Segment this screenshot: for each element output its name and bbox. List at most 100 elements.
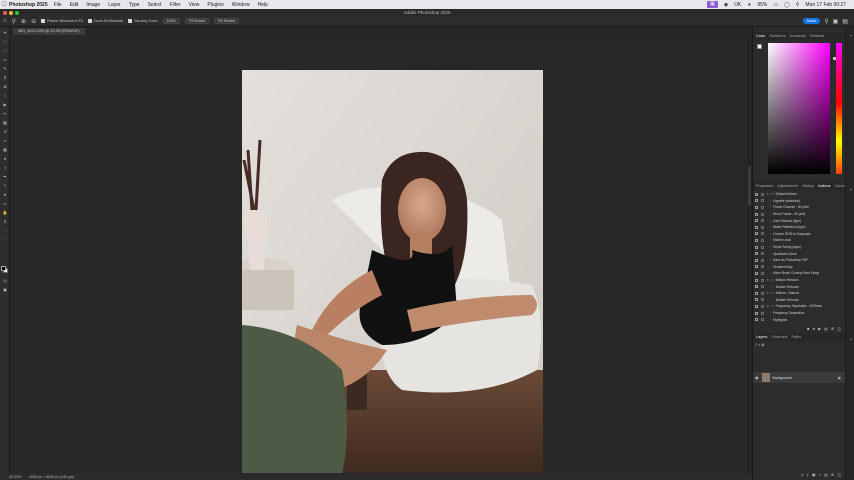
clock[interactable]: Mon 17 Feb 00:27	[805, 2, 846, 8]
menu-plugins[interactable]: Plugins	[207, 2, 223, 8]
folder-expand-icon[interactable]: ▾	[767, 278, 769, 282]
action-row[interactable]: › Sepia Toning (layer)	[753, 244, 845, 251]
action-row[interactable]: ▾ ▭ Default Actions	[753, 191, 845, 198]
type-tool-icon[interactable]: T	[2, 184, 8, 188]
tab-gradients[interactable]: Gradients	[790, 34, 806, 38]
action-row[interactable]: › Gradient Map	[753, 264, 845, 271]
visibility-eye-icon[interactable]: ◉	[755, 375, 759, 380]
chevron-right-icon[interactable]: ›	[770, 225, 771, 229]
document-photo[interactable]	[242, 70, 543, 474]
action-row[interactable]: › Save As Photoshop PDF	[753, 257, 845, 264]
gradient-tool-icon[interactable]: ▩	[2, 148, 8, 152]
action-dialog-toggle[interactable]	[761, 238, 764, 242]
history-brush-tool-icon[interactable]: ↺	[2, 130, 8, 134]
menu-edit[interactable]: Edit	[70, 2, 79, 8]
folder-expand-icon[interactable]: ▾	[767, 291, 769, 295]
panel-menu-icon[interactable]: ≡	[848, 187, 854, 192]
action-toggle-checkbox[interactable]	[755, 252, 758, 256]
action-dialog-toggle[interactable]	[761, 311, 764, 315]
zoom-in-icon[interactable]: ⊕	[21, 18, 26, 25]
action-toggle-checkbox[interactable]	[755, 278, 758, 282]
tab-actions[interactable]: Actions	[818, 184, 830, 188]
hand-tool-icon[interactable]: ✋	[2, 211, 8, 215]
action-dialog-toggle[interactable]	[761, 245, 764, 249]
search-icon[interactable]: ⚲	[824, 18, 828, 25]
quick-select-tool-icon[interactable]: ✎	[2, 67, 8, 71]
chevron-right-icon[interactable]: ›	[770, 258, 771, 262]
new-group-icon[interactable]: ▤	[824, 472, 828, 479]
zoom-tool-sidebar-icon[interactable]: ⚲	[2, 220, 8, 224]
action-row[interactable]: ▾ ▭ Bottom - Natural	[753, 290, 845, 297]
action-row[interactable]: ▾ ▭ Bottom Retouch	[753, 277, 845, 284]
control-center-icon[interactable]: ▦	[707, 1, 718, 8]
zoom-level[interactable]: 33.33%	[9, 475, 21, 479]
action-toggle-checkbox[interactable]	[755, 265, 758, 269]
battery-icon[interactable]: ▭	[773, 2, 778, 8]
path-selection-tool-icon[interactable]: ➤	[2, 193, 8, 197]
crop-tool-icon[interactable]: ⌗	[2, 76, 8, 80]
action-toggle-checkbox[interactable]	[755, 245, 758, 249]
action-toggle-checkbox[interactable]	[755, 291, 758, 295]
fit-screen-button[interactable]: Fit Screen	[184, 18, 210, 24]
fill-screen-button[interactable]: Fill Screen	[214, 18, 240, 24]
action-row[interactable]: › Highlights	[753, 316, 845, 323]
link-layers-icon[interactable]: ∞	[801, 472, 804, 479]
action-row[interactable]: › Wood Frame - 50 pixel	[753, 211, 845, 218]
zoom-tool-icon[interactable]: ⚲	[12, 18, 16, 25]
tab-adjustments[interactable]: Adjustments	[777, 184, 798, 188]
lock-icon[interactable]: ▣	[761, 343, 764, 347]
action-toggle-checkbox[interactable]	[755, 271, 758, 275]
chevron-right-icon[interactable]: ›	[770, 199, 771, 203]
chevron-right-icon[interactable]: ›	[770, 219, 771, 223]
menu-image[interactable]: Image	[86, 2, 100, 8]
action-toggle-checkbox[interactable]	[755, 232, 758, 236]
menu-file[interactable]: File	[54, 2, 62, 8]
chevron-right-icon[interactable]: ›	[770, 318, 771, 322]
add-mask-icon[interactable]: ▣	[812, 472, 816, 479]
tab-channels[interactable]: Channels	[771, 335, 787, 339]
chevron-right-icon[interactable]: ›	[773, 298, 774, 302]
chevron-right-icon[interactable]: ›	[770, 238, 771, 242]
app-menu[interactable]: Photoshop 2025	[9, 2, 48, 8]
blur-tool-icon[interactable]: ●	[2, 157, 8, 161]
rectangle-tool-icon[interactable]: ▭	[2, 202, 8, 206]
arrange-icon[interactable]: ▤	[842, 18, 848, 25]
menu-view[interactable]: View	[189, 2, 200, 8]
action-toggle-checkbox[interactable]	[755, 205, 758, 209]
new-layer-icon[interactable]: ⊞	[831, 472, 834, 479]
document-dimensions[interactable]: 4000 px × 6000 px (240 ppi)	[29, 475, 74, 479]
action-toggle-checkbox[interactable]	[755, 318, 758, 322]
tab-patterns[interactable]: Patterns	[810, 34, 824, 38]
more-tools-icon[interactable]: ⋯	[2, 229, 8, 233]
clone-stamp-tool-icon[interactable]: ▩	[2, 121, 8, 125]
action-dialog-toggle[interactable]	[761, 278, 764, 282]
eyedropper-tool-icon[interactable]: ∖	[2, 94, 8, 98]
document-tab[interactable]: IMG_5424.CR3 @ 33.3% (RGB/16*)	[13, 28, 85, 35]
edit-toolbar-icon[interactable]: ⋮	[2, 238, 8, 242]
action-dialog-toggle[interactable]	[761, 252, 764, 256]
action-toggle-checkbox[interactable]	[755, 304, 758, 308]
action-dialog-toggle[interactable]	[761, 285, 764, 289]
spotlight-icon[interactable]: ⚲	[796, 2, 800, 8]
frame-tool-icon[interactable]: ⊠	[2, 85, 8, 89]
action-dialog-toggle[interactable]	[761, 219, 764, 223]
action-toggle-checkbox[interactable]	[755, 219, 758, 223]
tab-color[interactable]: Color	[756, 34, 765, 38]
wifi-icon[interactable]: ◯	[784, 2, 790, 8]
zoom-out-icon[interactable]: ⊖	[31, 18, 36, 25]
menu-layer[interactable]: Layer	[108, 2, 121, 8]
action-row[interactable]: › Quadrant Colors	[753, 250, 845, 257]
trash-icon[interactable]: ◫	[837, 326, 841, 332]
quick-mask-icon[interactable]: ◎	[2, 279, 8, 283]
action-dialog-toggle[interactable]	[761, 318, 764, 322]
chevron-right-icon[interactable]: ›	[770, 232, 771, 236]
tab-history[interactable]: History	[802, 184, 814, 188]
pen-tool-icon[interactable]: ✒	[2, 175, 8, 179]
action-row[interactable]: › Mixer Brush Cloning Paint Setup	[753, 270, 845, 277]
action-toggle-checkbox[interactable]	[755, 311, 758, 315]
input-source[interactable]: UK	[734, 2, 741, 8]
action-dialog-toggle[interactable]	[761, 212, 764, 216]
action-row[interactable]: › Frame Channel - 50 pixel	[753, 204, 845, 211]
scrubby-zoom-checkbox[interactable]: Scrubby Zoom	[128, 19, 158, 23]
chevron-right-icon[interactable]: ›	[770, 311, 771, 315]
